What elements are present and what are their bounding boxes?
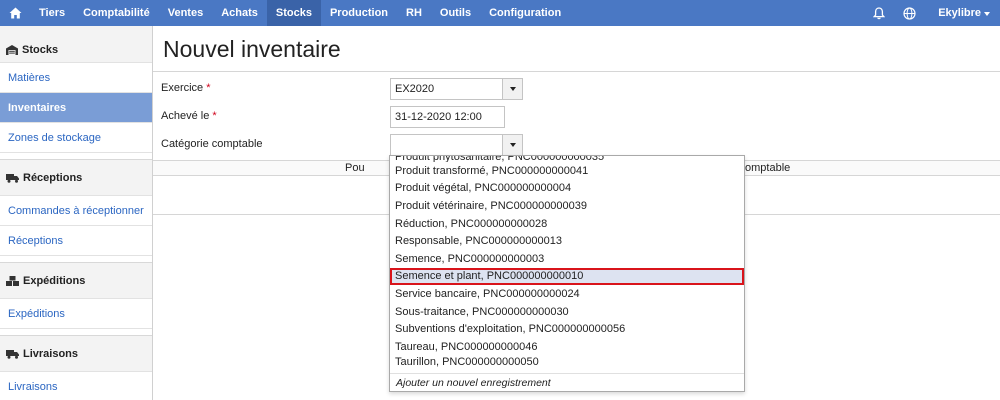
acheve-label-text: Achevé le xyxy=(161,110,210,122)
dropdown-option[interactable]: Réduction, PNC000000000028 xyxy=(390,215,744,233)
notifications-button[interactable] xyxy=(864,0,894,26)
sidebar-spacer xyxy=(0,328,152,335)
required-mark: * xyxy=(206,82,211,94)
top-navigation-bar: Tiers Comptabilité Ventes Achats Stocks … xyxy=(0,0,1000,26)
dropdown-option[interactable]: Produit transformé, PNC000000000041 xyxy=(390,162,744,180)
sidebar-section-expeditions: Expéditions xyxy=(0,262,152,298)
chevron-down-icon xyxy=(509,87,516,91)
nav-stocks[interactable]: Stocks xyxy=(266,0,321,26)
sidebar-item-expeditions[interactable]: Expéditions xyxy=(0,298,152,328)
nav-production[interactable]: Production xyxy=(321,0,397,26)
dropdown-option[interactable]: Taurillon, PNC000000000050 xyxy=(390,356,744,368)
sidebar-item-zones-de-stockage[interactable]: Zones de stockage xyxy=(0,122,152,152)
nav-outils[interactable]: Outils xyxy=(431,0,480,26)
exercice-value: EX2020 xyxy=(395,83,435,95)
truck-icon xyxy=(6,349,19,359)
home-icon xyxy=(9,7,21,19)
user-menu[interactable]: Ekylibre xyxy=(924,7,1000,19)
sidebar-item-matieres[interactable]: Matières xyxy=(0,62,152,92)
chevron-down-icon xyxy=(509,143,516,147)
sidebar-item-livraisons[interactable]: Livraisons xyxy=(0,371,152,400)
categorie-dropdown-list[interactable]: Produit phytosanitaire, PNC000000000035 … xyxy=(389,155,745,392)
user-name: Ekylibre xyxy=(938,7,981,19)
sidebar-section-stocks: Stocks xyxy=(0,26,152,62)
sidebar-section-title: Réceptions xyxy=(23,171,83,184)
warehouse-icon xyxy=(6,45,18,55)
acheve-le-input[interactable]: 31-12-2020 12:00 xyxy=(390,106,505,128)
table-header-right: omptable xyxy=(745,162,791,174)
dropdown-option[interactable]: Sous-traitance, PNC000000000030 xyxy=(390,303,744,321)
sidebar-section-title: Expéditions xyxy=(23,274,86,287)
dropdown-option[interactable]: Taureau, PNC000000000046 xyxy=(390,338,744,356)
nav-tiers[interactable]: Tiers xyxy=(30,0,74,26)
nav-rh[interactable]: RH xyxy=(397,0,431,26)
sidebar-item-commandes-a-receptionner[interactable]: Commandes à réceptionner xyxy=(0,195,152,225)
categorie-comptable-label: Catégorie comptable xyxy=(161,138,263,150)
sidebar-section-title: Stocks xyxy=(22,44,59,56)
dropdown-option[interactable]: Semence, PNC000000000003 xyxy=(390,250,744,268)
required-mark: * xyxy=(212,110,217,122)
categorie-comptable-select[interactable] xyxy=(390,134,523,156)
dropdown-option[interactable]: Subventions d'exploitation, PNC000000000… xyxy=(390,320,744,338)
exercice-dropdown-button[interactable] xyxy=(502,79,522,99)
home-button[interactable] xyxy=(0,0,30,26)
sidebar-item-receptions[interactable]: Réceptions xyxy=(0,225,152,255)
exercice-select[interactable]: EX2020 xyxy=(390,78,523,100)
exercice-label: Exercice * xyxy=(161,82,211,94)
bell-icon xyxy=(873,6,886,19)
nav-configuration[interactable]: Configuration xyxy=(480,0,570,26)
language-button[interactable] xyxy=(894,0,924,26)
divider xyxy=(153,71,1000,72)
sidebar: Stocks Matières Inventaires Zones de sto… xyxy=(0,26,153,400)
truck-icon xyxy=(6,173,19,183)
boxes-icon xyxy=(6,275,19,286)
nav-comptabilite[interactable]: Comptabilité xyxy=(74,0,159,26)
acheve-label: Achevé le * xyxy=(161,110,217,122)
sidebar-item-inventaires[interactable]: Inventaires xyxy=(0,92,152,122)
table-header-left: Pou xyxy=(345,162,365,174)
sidebar-spacer xyxy=(0,255,152,262)
sidebar-spacer xyxy=(0,152,152,159)
dropdown-option-selected[interactable]: Semence et plant, PNC000000000010 xyxy=(390,267,744,286)
nav-ventes[interactable]: Ventes xyxy=(159,0,212,26)
page-title: Nouvel inventaire xyxy=(163,36,341,62)
nav-achats[interactable]: Achats xyxy=(212,0,267,26)
add-new-record-link[interactable]: Ajouter un nouvel enregistrement xyxy=(390,373,744,391)
chevron-down-icon xyxy=(984,11,990,16)
categorie-dropdown-button[interactable] xyxy=(502,135,522,155)
dropdown-option[interactable]: Produit vétérinaire, PNC000000000039 xyxy=(390,197,744,215)
sidebar-section-livraisons: Livraisons xyxy=(0,335,152,371)
globe-icon xyxy=(903,6,916,20)
dropdown-option[interactable]: Service bancaire, PNC000000000024 xyxy=(390,285,744,303)
dropdown-option[interactable]: Produit végétal, PNC000000000004 xyxy=(390,180,744,198)
dropdown-option[interactable]: Responsable, PNC000000000013 xyxy=(390,232,744,250)
sidebar-section-receptions: Réceptions xyxy=(0,159,152,195)
sidebar-section-title: Livraisons xyxy=(23,347,79,360)
exercice-label-text: Exercice xyxy=(161,82,204,94)
